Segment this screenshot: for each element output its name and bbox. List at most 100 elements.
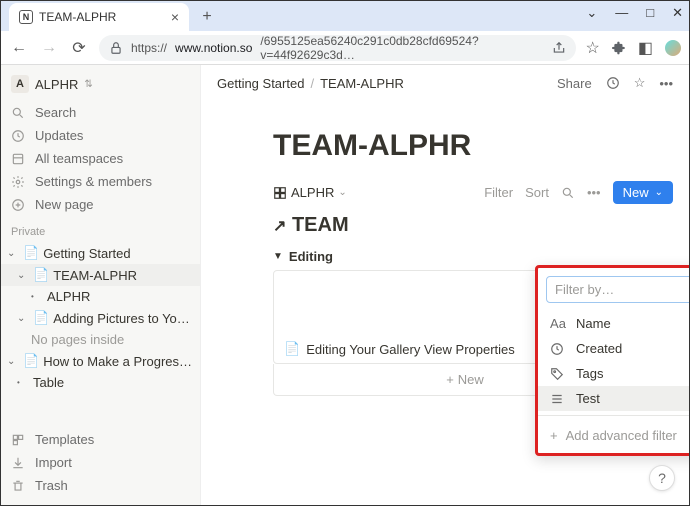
sidebar-trash[interactable]: Trash [1,474,200,497]
share-url-icon[interactable] [552,41,566,55]
more-db-icon[interactable]: ••• [587,185,601,200]
filter-search-input[interactable]: Filter by… [546,276,689,303]
search-icon [11,106,27,120]
sidebar-import[interactable]: Import [1,451,200,474]
filter-option-created[interactable]: Created [538,336,689,361]
notion-favicon: N [19,10,33,24]
tree-label: Adding Pictures to Yo… [53,311,190,326]
chevron-down-icon[interactable]: ⌄ [586,5,597,21]
url-input[interactable]: https://www.notion.so/6955125ea56240c291… [99,35,576,61]
main-content: Getting Started / TEAM-ALPHR Share ☆ •••… [201,65,689,505]
page-icon: 📄 [284,341,300,357]
gear-icon [11,175,27,189]
more-icon[interactable]: ••• [659,76,673,91]
close-tab-icon[interactable]: × [171,9,179,25]
caret-down-icon[interactable]: ⌄ [17,270,29,281]
sidebar-newpage[interactable]: New page [1,193,200,216]
tree-adding-pictures[interactable]: ⌄ 📄 Adding Pictures to Yo… [1,307,200,329]
maximize-icon[interactable]: □ [646,5,654,21]
card-title: Editing Your Gallery View Properties [306,342,515,357]
tree-team-alphr[interactable]: ⌄ 📄 TEAM-ALPHR [1,264,200,286]
browser-tab[interactable]: N TEAM-ALPHR × [9,3,189,31]
tree-label: ALPHR [47,289,90,304]
caret-down-icon[interactable]: ⌄ [7,356,19,367]
reload-button[interactable]: ⟳ [69,38,89,58]
database-title-text: TEAM [292,214,349,236]
breadcrumb-item[interactable]: TEAM-ALPHR [320,76,404,91]
tree-alphr[interactable]: • ALPHR [1,286,200,307]
bullet-icon: • [17,378,29,387]
new-tab-button[interactable]: + [195,5,219,29]
favorite-icon[interactable]: ☆ [634,75,646,91]
filter-option-test[interactable]: Test [538,386,689,411]
sidebar-search[interactable]: Search [1,101,200,124]
workspace-switcher[interactable]: A ALPHR ⇅ [1,65,200,101]
caret-down-icon[interactable]: ⌄ [17,313,29,324]
sidebar-updates[interactable]: Updates [1,124,200,147]
help-button[interactable]: ? [649,465,675,491]
workspace-avatar: A [11,75,29,93]
sort-button[interactable]: Sort [525,185,549,200]
row-label: Editing [289,249,333,264]
plus-icon: + [550,428,558,443]
sidebar: A ALPHR ⇅ Search Updates All teamspaces [1,65,201,505]
tree-getting-started[interactable]: ⌄ 📄 Getting Started [1,242,200,264]
tree-label: Getting Started [43,246,130,261]
filter-option-tags[interactable]: Tags [538,361,689,386]
filter-placeholder: Filter by… [555,282,614,297]
bullet-icon: • [31,292,43,301]
extension-circle-icon[interactable] [665,40,681,56]
tree-how-to[interactable]: ⌄ 📄 How to Make a Progres… [1,350,200,372]
filter-button[interactable]: Filter [484,185,513,200]
template-icon [11,433,27,447]
page-icon: 📄 [23,245,39,261]
minimize-icon[interactable]: — [615,5,628,21]
tag-icon [550,367,566,381]
view-name: ALPHR [291,185,334,200]
sidebar-updates-label: Updates [35,128,83,143]
forward-button: → [39,39,59,57]
browser-titlebar: N TEAM-ALPHR × + ⌄ — □ ✕ [1,1,689,31]
sidebar-teamspaces[interactable]: All teamspaces [1,147,200,170]
new-button-label: New [623,185,649,200]
text-icon: Aa [550,316,566,331]
page-icon: 📄 [23,353,39,369]
new-card-label: New [458,372,484,387]
filter-option-label: Name [576,316,611,331]
tree-table[interactable]: • Table [1,372,200,393]
page-title[interactable]: TEAM-ALPHR [201,101,689,181]
database-header: ALPHR ⌄ Filter Sort ••• New ⌄ [201,181,689,204]
divider [538,415,689,416]
breadcrumb-item[interactable]: Getting Started [217,76,304,91]
chevron-down-icon: ⌄ [338,187,346,198]
triangle-down-icon[interactable]: ▼ [273,251,283,262]
add-advanced-filter[interactable]: + Add advanced filter [538,420,689,453]
open-link-icon: ↗ [273,218,286,235]
database-title[interactable]: ↗ TEAM [201,204,689,243]
sidebar-templates[interactable]: Templates [1,428,200,451]
search-db-icon[interactable] [561,186,575,200]
tab-title: TEAM-ALPHR [39,10,116,24]
sidebar-settings-label: Settings & members [35,174,152,189]
filter-option-label: Test [576,391,600,406]
chevron-down-icon[interactable]: ⌄ [655,187,663,198]
history-icon[interactable] [606,76,620,90]
sidebar-settings[interactable]: Settings & members [1,170,200,193]
new-button[interactable]: New ⌄ [613,181,673,204]
import-icon [11,456,27,470]
url-host: www.notion.so [175,41,252,55]
plus-circle-icon [11,198,27,212]
extension-square-icon[interactable]: ◧ [638,38,653,58]
page-icon: 📄 [33,267,49,283]
extensions-icon[interactable] [612,41,626,55]
sidebar-search-label: Search [35,105,76,120]
clock-icon [550,342,566,356]
close-icon[interactable]: ✕ [672,5,683,21]
back-button[interactable]: ← [9,39,29,57]
database-view-tab[interactable]: ALPHR ⌄ [273,185,347,200]
star-icon[interactable]: ☆ [586,38,600,58]
caret-down-icon[interactable]: ⌄ [7,248,19,259]
share-button[interactable]: Share [557,76,592,91]
tree-label: How to Make a Progres… [43,354,192,369]
filter-option-name[interactable]: Aa Name [538,311,689,336]
